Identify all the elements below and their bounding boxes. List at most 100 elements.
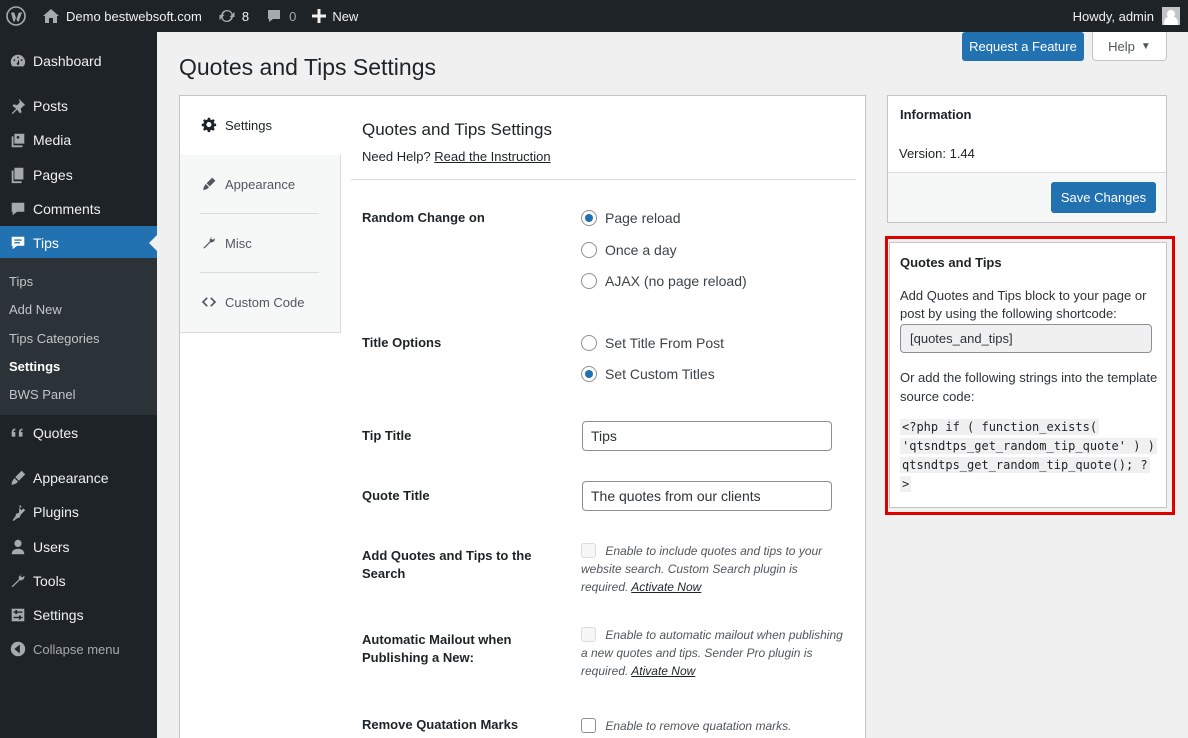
sidebar-item-label: Posts xyxy=(33,98,69,114)
settings-icon xyxy=(0,606,33,624)
sidebar-item-dashboard[interactable]: Dashboard xyxy=(0,44,157,78)
sidebar-item-tips[interactable]: Tips xyxy=(0,226,157,260)
radio-button[interactable] xyxy=(581,366,597,382)
sidebar-item-plugins[interactable]: Plugins xyxy=(0,495,157,529)
sidebar-item-tools[interactable]: Tools xyxy=(0,564,157,598)
radio-label: Once a day xyxy=(605,242,677,258)
information-footer: Save Changes xyxy=(888,172,1166,222)
sidebar-item-pages[interactable]: Pages xyxy=(0,158,157,192)
activate-now-link[interactable]: Activate Now xyxy=(631,580,701,594)
settings-tabs: Settings Appearance Misc Custom Code xyxy=(180,96,342,333)
quote-title-label: Quote Title xyxy=(362,488,430,503)
wrench-icon xyxy=(0,572,33,590)
submenu-item-tips-categories[interactable]: Tips Categories xyxy=(9,331,100,346)
section-title: Quotes and Tips Settings xyxy=(362,120,552,139)
wordpress-icon xyxy=(6,6,26,26)
collapse-icon xyxy=(0,640,33,658)
radio-label: Set Title From Post xyxy=(605,335,725,351)
radio-title-from-post[interactable]: Set Title From Post xyxy=(581,335,724,351)
mailout-option: Enable to automatic mailout when publish… xyxy=(581,626,846,680)
sidebar-item-label: Tips xyxy=(33,235,59,251)
sidebar-item-label: Comments xyxy=(33,201,101,217)
tab-custom-code[interactable]: Custom Code xyxy=(201,294,304,310)
shortcode-description: Add Quotes and Tips block to your page o… xyxy=(900,288,1147,321)
title-options-label: Title Options xyxy=(362,335,442,350)
save-changes-button[interactable]: Save Changes xyxy=(1051,182,1156,213)
sidebar-item-label: Media xyxy=(33,132,72,148)
sidebar-item-label: Quotes xyxy=(33,425,79,441)
help-label: Help xyxy=(1108,38,1135,54)
brush-icon xyxy=(203,177,216,191)
brush-icon xyxy=(0,469,33,487)
wordpress-logo[interactable] xyxy=(0,0,34,32)
plugin-icon xyxy=(0,503,33,521)
collapse-menu-button[interactable]: Collapse menu xyxy=(0,632,157,666)
radio-button[interactable] xyxy=(581,210,597,226)
page-title: Quotes and Tips Settings xyxy=(179,54,436,80)
submenu-item-bws-panel[interactable]: BWS Panel xyxy=(9,387,75,402)
template-description: Or add the following strings into the te… xyxy=(900,370,1158,404)
help-button[interactable]: Help ▼ xyxy=(1092,32,1167,61)
sidebar-item-users[interactable]: Users xyxy=(0,530,157,564)
sidebar-item-label: Dashboard xyxy=(33,53,102,69)
sidebar-item-comments[interactable]: Comments xyxy=(0,192,157,226)
template-code[interactable]: <?php if ( function_exists( 'qtsndtps_ge… xyxy=(900,418,1162,494)
sidebar-item-label: Tools xyxy=(33,573,66,589)
tab-label: Misc xyxy=(225,235,252,251)
submenu-item-tips[interactable]: Tips xyxy=(9,274,33,289)
radio-ajax[interactable]: AJAX (no page reload) xyxy=(581,273,747,289)
sidebar-item-quotes[interactable]: Quotes xyxy=(0,416,157,450)
quotation-text: Enable to remove quatation marks. xyxy=(605,719,792,733)
site-name: Demo bestwebsoft.com xyxy=(66,8,202,24)
information-title: Information xyxy=(900,107,972,122)
tip-title-input[interactable] xyxy=(582,421,832,451)
radio-page-reload[interactable]: Page reload xyxy=(581,210,681,226)
radio-custom-titles[interactable]: Set Custom Titles xyxy=(581,366,715,382)
radio-button[interactable] xyxy=(581,335,597,351)
version-text: Version: 1.44 xyxy=(899,146,975,161)
quotation-checkbox[interactable] xyxy=(581,718,596,733)
code-line: 'qtsndtps_get_random_tip_quote' ) ) xyxy=(900,438,1157,454)
tab-misc[interactable]: Misc xyxy=(201,235,252,251)
new-content-link[interactable]: New xyxy=(304,0,366,32)
sidebar-item-label: Settings xyxy=(33,607,84,623)
shortcode-field[interactable]: [quotes_and_tips] xyxy=(900,324,1152,353)
code-line: qtsndtps_get_random_tip_quote(); ? xyxy=(900,457,1150,473)
tab-label: Custom Code xyxy=(225,294,305,310)
mailout-checkbox[interactable] xyxy=(581,627,596,642)
submenu-item-settings[interactable]: Settings xyxy=(9,359,60,374)
updates-link[interactable]: 8 xyxy=(210,0,257,32)
greeting: Howdy, admin xyxy=(1072,8,1154,24)
shortcode-box: Quotes and Tips Add Quotes and Tips bloc… xyxy=(889,242,1167,508)
ativate-now-link[interactable]: Ativate Now xyxy=(631,664,695,678)
user-icon xyxy=(0,538,33,556)
search-checkbox[interactable] xyxy=(581,543,596,558)
sidebar-item-media[interactable]: Media xyxy=(0,123,157,157)
quote-icon xyxy=(0,424,33,442)
tab-settings[interactable]: Settings xyxy=(201,117,272,133)
radio-once-a-day[interactable]: Once a day xyxy=(581,242,677,258)
comments-link[interactable]: 0 xyxy=(257,0,304,32)
account-menu[interactable]: Howdy, admin xyxy=(1073,7,1188,25)
search-text: Enable to include quotes and tips to you… xyxy=(581,544,823,594)
updates-icon xyxy=(219,9,235,23)
search-option: Enable to include quotes and tips to you… xyxy=(581,542,846,596)
wrench-icon xyxy=(203,237,215,249)
sidebar-item-settings[interactable]: Settings xyxy=(0,598,157,632)
tab-appearance[interactable]: Appearance xyxy=(201,176,295,192)
tab-label: Appearance xyxy=(225,176,296,192)
submenu-item-add-new[interactable]: Add New xyxy=(9,302,62,317)
sidebar-item-appearance[interactable]: Appearance xyxy=(0,461,157,495)
site-name-link[interactable]: Demo bestwebsoft.com xyxy=(34,0,210,32)
radio-button[interactable] xyxy=(581,273,597,289)
search-label: Add Quotes and Tips to the Search xyxy=(362,548,532,581)
quote-title-input[interactable] xyxy=(582,481,832,511)
request-feature-button[interactable]: Request a Feature xyxy=(962,32,1084,61)
mailout-label: Automatic Mailout when Publishing a New: xyxy=(362,632,512,665)
sidebar-item-posts[interactable]: Posts xyxy=(0,89,157,123)
comment-icon xyxy=(268,10,281,22)
instruction-link[interactable]: Read the Instruction xyxy=(434,149,550,164)
collapse-label: Collapse menu xyxy=(33,641,120,657)
radio-button[interactable] xyxy=(581,242,597,258)
radio-label: Set Custom Titles xyxy=(605,366,715,382)
